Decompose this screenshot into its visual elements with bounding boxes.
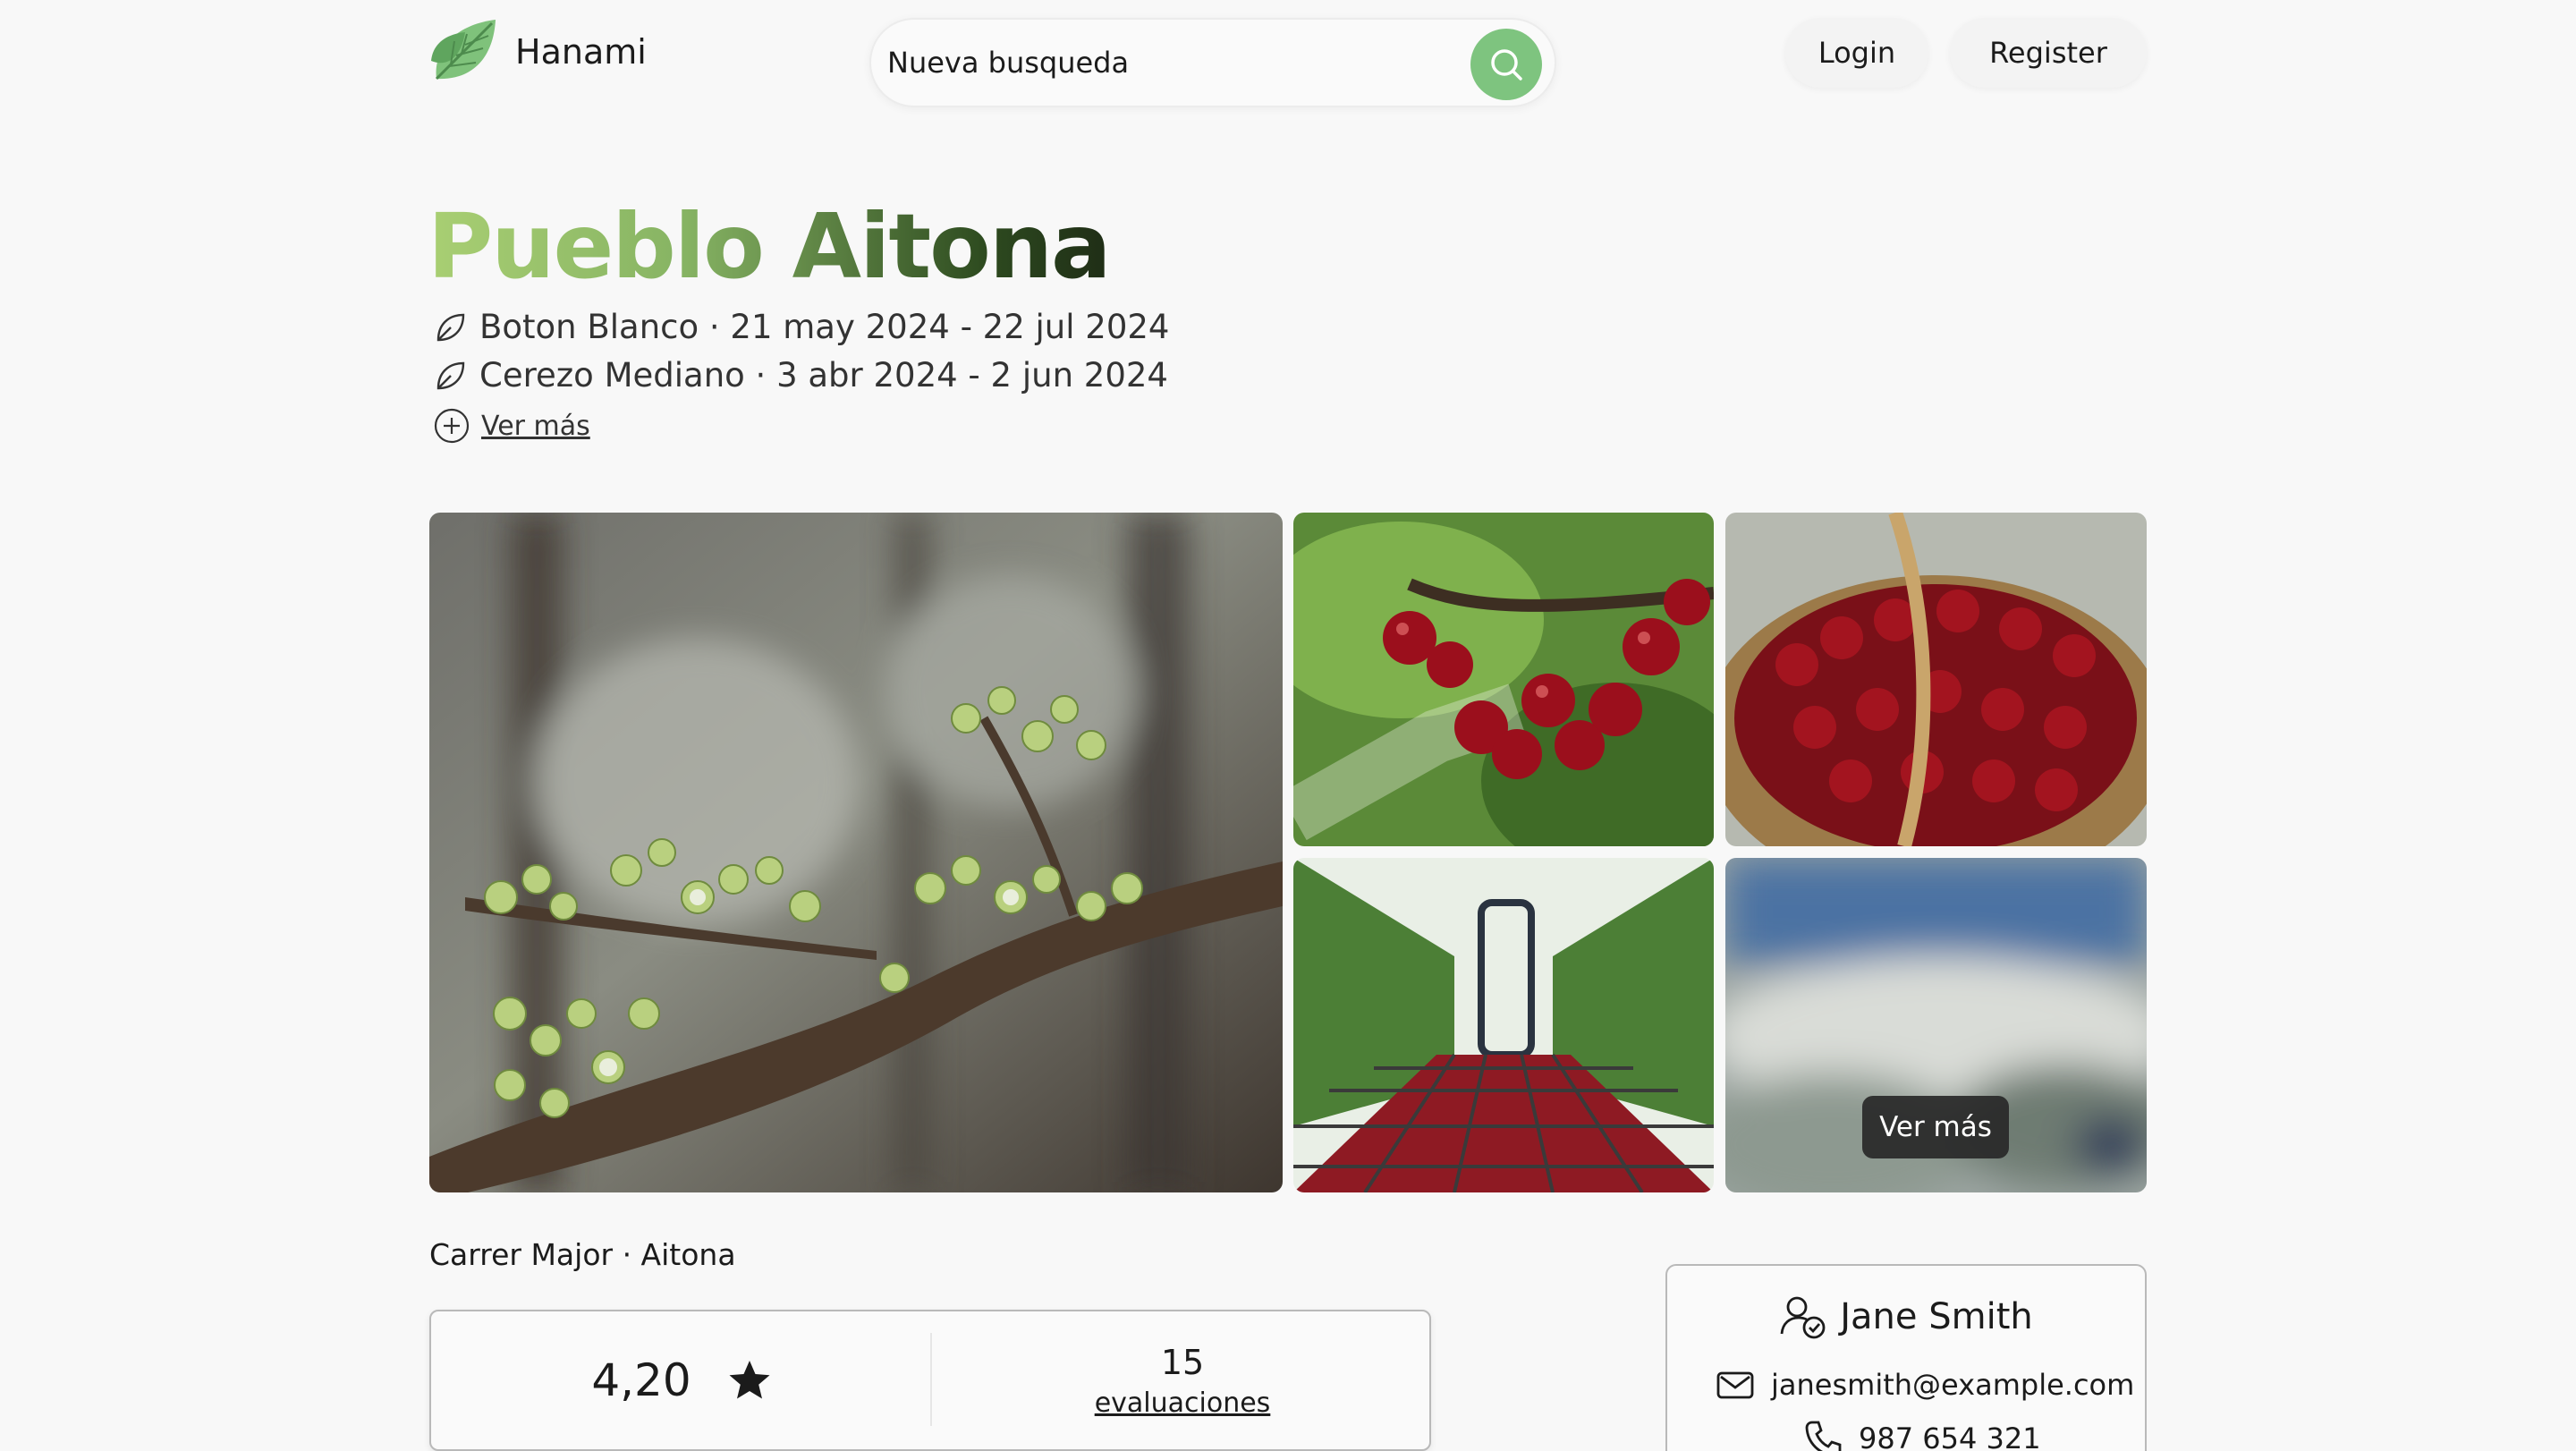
rating-card: 4,20 15 evaluaciones (429, 1310, 1431, 1451)
see-more-seasons-link[interactable]: Ver más (433, 407, 590, 445)
register-button[interactable]: Register (1950, 18, 2147, 88)
cherry-basket-photo[interactable] (1725, 513, 2147, 846)
login-button[interactable]: Login (1785, 18, 1928, 88)
owner-name: Jane Smith (1840, 1296, 2033, 1337)
cherry-harvest-crates-photo[interactable] (1293, 858, 1714, 1192)
mail-icon (1716, 1371, 1754, 1399)
phone-icon (1805, 1421, 1842, 1451)
owner-phone[interactable]: 987 654 321 (1859, 1421, 2041, 1451)
see-more-photos-button[interactable]: Ver más (1862, 1096, 2009, 1158)
owner-email-row[interactable]: janesmith@example.com (1716, 1365, 2134, 1404)
plus-circle-icon (434, 408, 470, 444)
see-more-label[interactable]: Ver más (481, 411, 590, 442)
reviews-summary: 15 evaluaciones (932, 1311, 1433, 1449)
search-bar[interactable]: Nueva busqueda (869, 18, 1556, 107)
rating-value: 4,20 (591, 1354, 691, 1406)
leaf-outline-icon (436, 361, 465, 389)
season-item: Cerezo Mediano · 3 abr 2024 - 2 jun 2024 (433, 356, 1168, 395)
owner-email[interactable]: janesmith@example.com (1771, 1368, 2134, 1402)
review-count: 15 (1160, 1342, 1205, 1382)
search-input[interactable]: Nueva busqueda (887, 46, 1129, 80)
season-text: Cerezo Mediano · 3 abr 2024 - 2 jun 2024 (479, 356, 1168, 395)
star-icon (729, 1361, 770, 1399)
verified-user-icon (1780, 1296, 1826, 1339)
brand-logo-link[interactable]: Hanami (429, 16, 647, 88)
page-title: Pueblo Aitona (428, 194, 1112, 299)
rating-summary: 4,20 (431, 1311, 932, 1449)
owner-phone-row[interactable]: 987 654 321 (1803, 1419, 2041, 1451)
search-button[interactable] (1470, 29, 1542, 100)
leaf-logo-icon (431, 20, 496, 81)
cherries-on-tree-photo[interactable] (1293, 513, 1714, 846)
reviews-link[interactable]: evaluaciones (1095, 1387, 1271, 1419)
season-item: Boton Blanco · 21 may 2024 - 22 jul 2024 (433, 308, 1169, 346)
brand-name: Hanami (515, 32, 647, 72)
season-text: Boton Blanco · 21 may 2024 - 22 jul 2024 (479, 308, 1170, 346)
address-text: Carrer Major · Aitona (429, 1237, 736, 1272)
leaf-outline-icon (436, 313, 465, 341)
cherry-blossom-buds-photo[interactable] (429, 513, 1283, 1192)
search-icon (1491, 49, 1522, 81)
owner-name-row: Jane Smith (1667, 1293, 2145, 1341)
